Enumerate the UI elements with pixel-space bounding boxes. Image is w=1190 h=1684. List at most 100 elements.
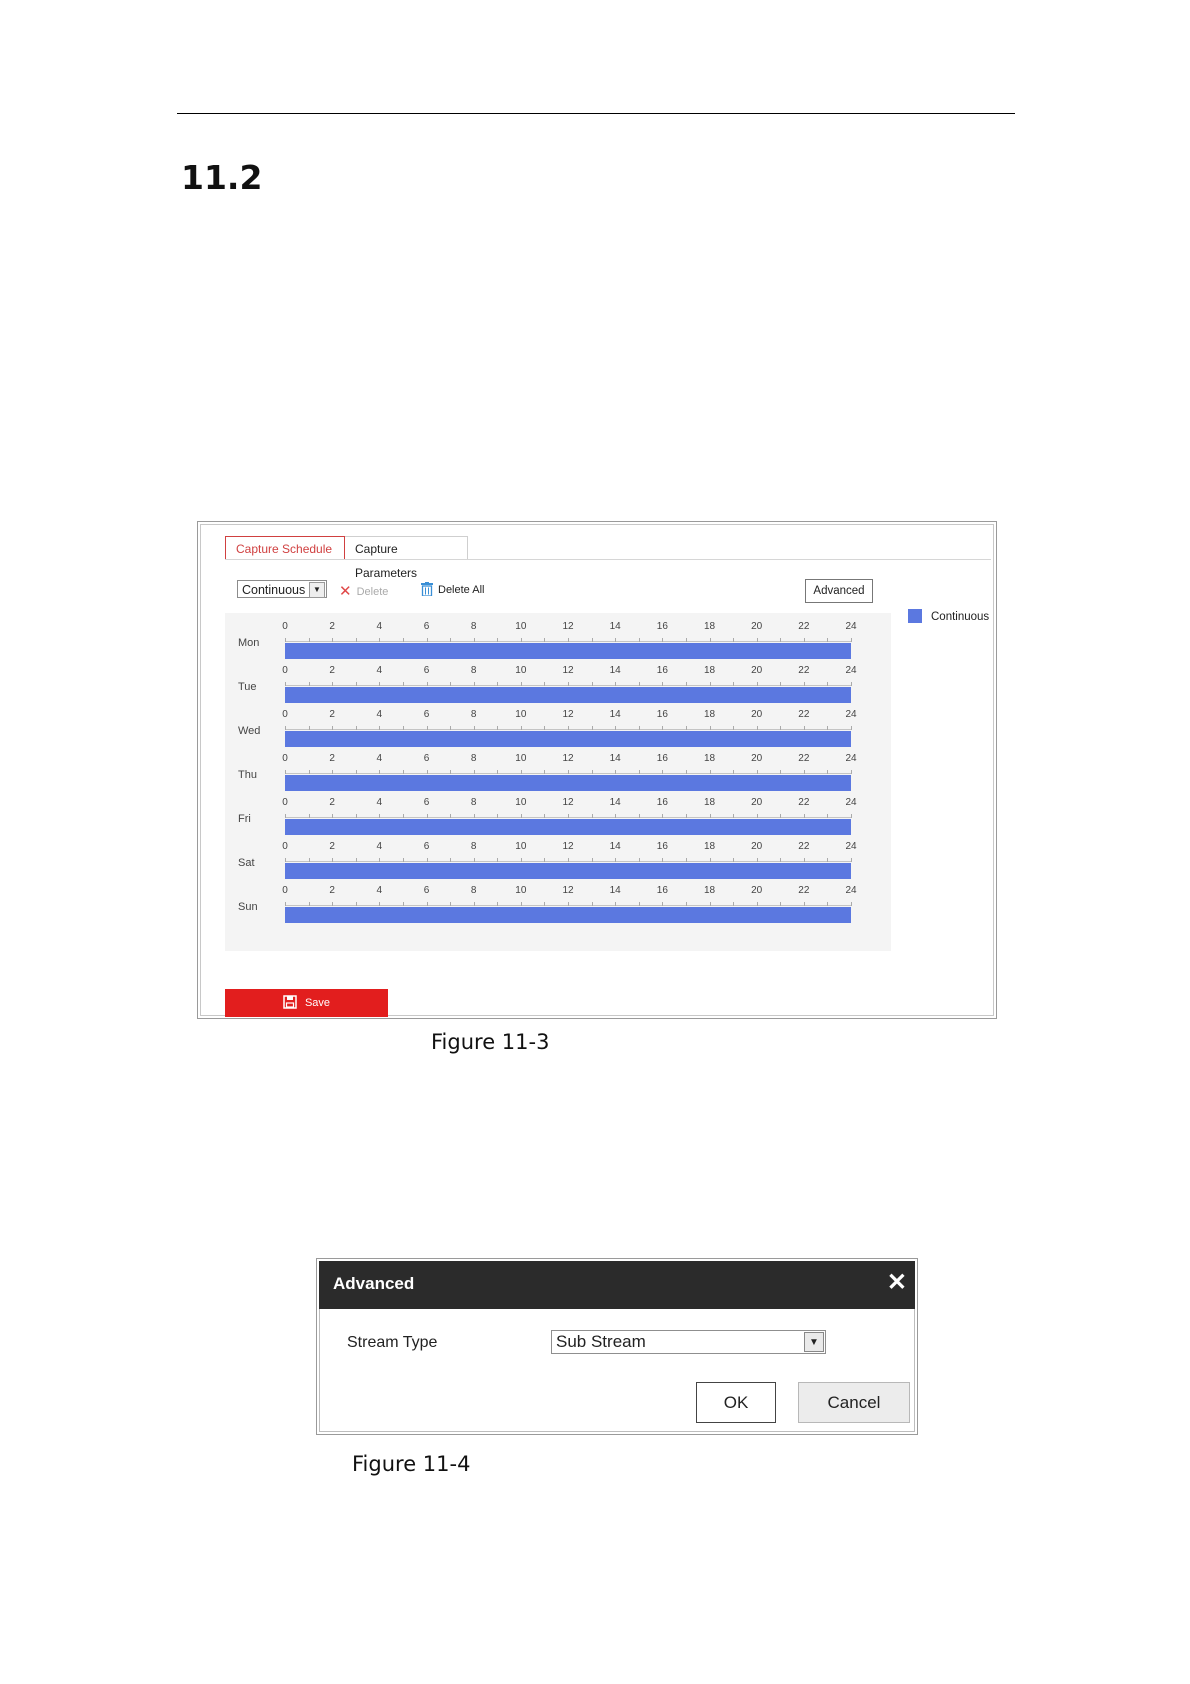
hour-tick: [308, 726, 310, 730]
hour-tick: [285, 902, 286, 906]
hour-tick: [568, 902, 569, 906]
save-button[interactable]: Save: [225, 989, 388, 1017]
hour-tick: [402, 814, 404, 818]
hour-label: 10: [515, 665, 527, 676]
hour-label: 2: [329, 709, 335, 720]
hour-label: 10: [515, 621, 527, 632]
schedule-mode-value: Continuous: [242, 583, 306, 597]
hour-label: 20: [751, 709, 763, 720]
day-label: Wed: [238, 725, 261, 737]
hour-label: 22: [798, 665, 810, 676]
hour-tick: [662, 814, 664, 818]
hour-tick: [780, 770, 782, 774]
figure-caption-11-4: Figure 11-4: [352, 1452, 471, 1476]
hour-label: 12: [562, 753, 574, 764]
hour-tick: [332, 638, 334, 642]
day-label: Sat: [238, 857, 255, 869]
hour-label: 0: [282, 753, 288, 764]
delete-all-button[interactable]: Delete All: [421, 582, 484, 596]
hour-tick: [638, 814, 640, 818]
hour-tick: [450, 902, 452, 906]
schedule-mode-select[interactable]: Continuous ▼: [237, 580, 327, 598]
hour-tick: [497, 814, 499, 818]
figure-caption-11-3: Figure 11-3: [431, 1030, 550, 1054]
hour-label: 2: [329, 797, 335, 808]
hour-tick: [591, 638, 593, 642]
hour-label: 4: [376, 885, 383, 896]
hour-tick: [615, 726, 617, 730]
hour-tick: [685, 814, 687, 818]
hour-label: 2: [329, 885, 335, 896]
hour-tick: [827, 902, 829, 906]
tab-capture-parameters[interactable]: Capture Parameters: [345, 536, 468, 580]
hour-tick: [473, 770, 475, 774]
hour-tick: [308, 682, 310, 686]
chevron-down-icon[interactable]: ▼: [309, 582, 325, 598]
hour-tick: [685, 682, 687, 686]
hour-tick: [355, 858, 357, 862]
hour-label: 16: [656, 885, 668, 896]
hour-tick: [591, 814, 593, 818]
hour-label: 22: [798, 621, 810, 632]
close-icon[interactable]: ✕: [887, 1271, 907, 1295]
hour-tick: [426, 902, 428, 906]
hour-label: 14: [609, 621, 621, 632]
hour-tick: [379, 770, 381, 774]
hour-tick: [402, 638, 404, 642]
hour-tick: [332, 726, 334, 730]
hour-tick: [827, 814, 829, 818]
legend-continuous: Continuous: [908, 609, 989, 623]
hour-label: 6: [423, 665, 430, 676]
hour-label: 20: [751, 621, 763, 632]
day-label: Tue: [238, 681, 257, 693]
hour-tick: [544, 726, 546, 730]
hour-tick: [450, 770, 452, 774]
hour-label: 6: [423, 885, 430, 896]
hour-tick: [851, 638, 852, 642]
trash-icon: [421, 582, 433, 596]
hour-tick: [827, 638, 829, 642]
hour-tick: [355, 638, 357, 642]
hour-tick: [851, 726, 852, 730]
hour-label: 8: [470, 665, 477, 676]
hour-tick: [638, 902, 640, 906]
hour-tick: [756, 770, 758, 774]
hour-tick: [520, 682, 522, 686]
hour-tick: [568, 770, 569, 774]
tab-capture-schedule[interactable]: Capture Schedule: [225, 536, 345, 560]
stream-type-select[interactable]: Sub Stream ▼: [551, 1330, 826, 1354]
hour-tick: [685, 902, 687, 906]
hour-label: 14: [609, 753, 621, 764]
hour-label: 8: [470, 797, 477, 808]
hour-label: 14: [609, 885, 621, 896]
hour-tick: [780, 682, 782, 686]
hour-tick: [709, 902, 711, 906]
hour-label: 4: [376, 665, 383, 676]
cancel-button[interactable]: Cancel: [798, 1382, 910, 1423]
advanced-dialog-screenshot: Advanced ✕ Stream Type Sub Stream ▼ OK C…: [316, 1258, 918, 1435]
hour-tick: [544, 858, 546, 862]
schedule-bar-continuous[interactable]: [285, 907, 851, 923]
hour-tick: [426, 726, 428, 730]
hour-tick: [591, 770, 593, 774]
hour-label: 8: [470, 885, 477, 896]
hour-tick: [497, 770, 499, 774]
chevron-down-icon[interactable]: ▼: [804, 1332, 824, 1352]
hour-label: 6: [423, 841, 430, 852]
hour-label: 4: [376, 797, 383, 808]
hour-label: 0: [282, 621, 288, 632]
advanced-button[interactable]: Advanced: [805, 579, 873, 603]
hour-tick: [615, 902, 617, 906]
hour-tick: [285, 638, 286, 642]
hour-label: 16: [656, 709, 668, 720]
ok-button[interactable]: OK: [696, 1382, 776, 1423]
hour-tick: [662, 858, 664, 862]
hour-tick: [827, 770, 829, 774]
hour-tick: [308, 902, 310, 906]
hour-tick: [662, 726, 664, 730]
hour-tick: [402, 726, 404, 730]
delete-button[interactable]: ✕ Delete: [339, 582, 388, 600]
hour-tick: [615, 858, 617, 862]
hour-tick: [308, 770, 310, 774]
hour-tick: [568, 858, 569, 862]
